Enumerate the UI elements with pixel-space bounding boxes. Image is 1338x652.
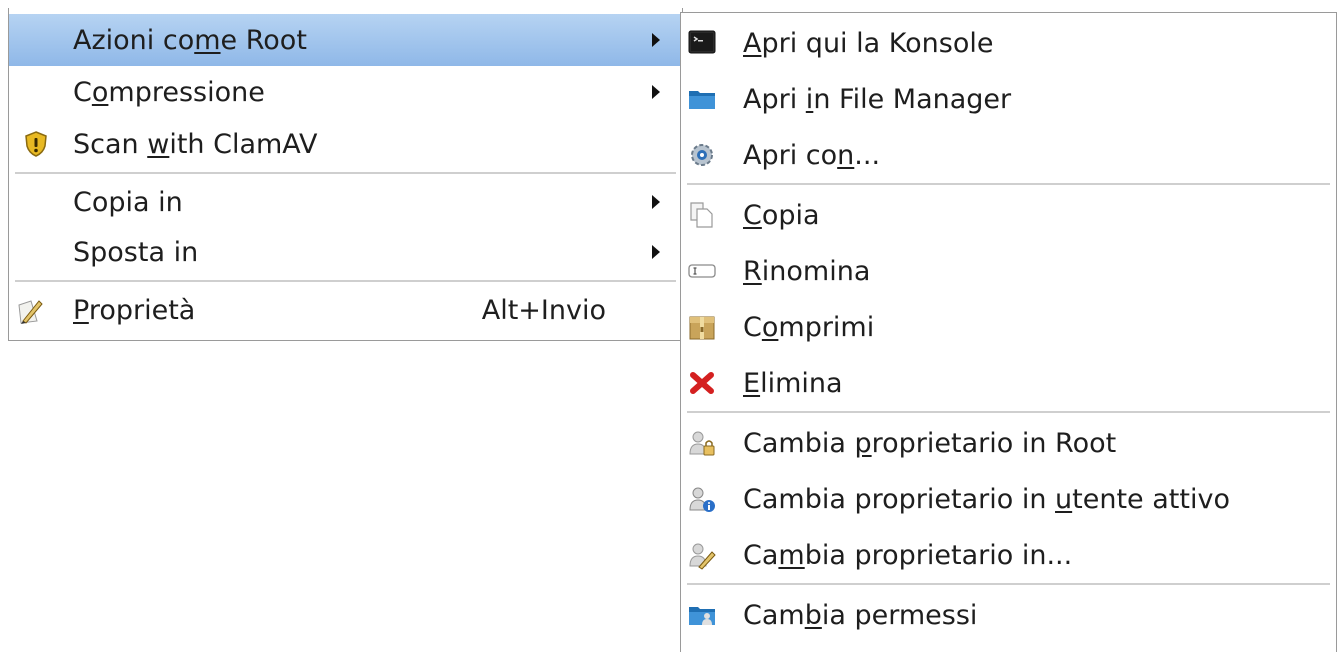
menu-item-compressione[interactable]: Compressione [9,66,682,118]
menu-item-elimina[interactable]: Elimina [681,357,1336,409]
context-menu: Azioni come Root Compressione Scan with … [8,8,683,341]
gear-icon [691,144,713,166]
delete-x-icon [690,372,714,394]
menu-item-label: Apri con... [743,139,881,171]
submenu-arrow-icon [652,245,660,259]
menu-separator [687,411,1330,413]
archive-box-icon [689,316,715,340]
submenu-azioni-come-root: Apri qui la Konsole Apri in File Manager… [680,12,1337,652]
menu-item-label: Cambia proprietario in... [743,539,1073,571]
menu-item-label: Proprietà [73,294,196,326]
menu-item-copia[interactable]: Copia [681,189,1336,241]
menu-item-comprimi[interactable]: Comprimi [681,301,1336,353]
copy-icon [690,202,713,228]
menu-item-cambia-permessi[interactable]: Cambia permessi [681,589,1336,641]
menu-item-cambia-proprietario-utente-attivo[interactable]: Cambia proprietario in utente attivo [681,473,1336,525]
menu-item-label: Apri in File Manager [743,83,1012,115]
menu-separator [687,583,1330,585]
menu-item-apri-konsole[interactable]: Apri qui la Konsole [681,17,1336,69]
menu-item-label: Azioni come Root [73,24,307,56]
menu-item-cambia-proprietario-root[interactable]: Cambia proprietario in Root [681,417,1336,469]
rename-icon [688,264,716,278]
shortcut-label: Alt+Invio [481,294,606,326]
menu-item-cambia-proprietario-in[interactable]: Cambia proprietario in... [681,529,1336,581]
menu-separator [15,280,676,282]
menu-separator [15,172,676,174]
menu-item-label: Cambia proprietario in utente attivo [743,483,1230,515]
menu-item-label: Compressione [73,76,265,108]
submenu-arrow-icon [652,85,660,99]
menu-item-label: Cambia permessi [743,599,978,631]
menu-item-sposta-in[interactable]: Sposta in [9,226,682,278]
user-lock-icon [689,431,715,456]
menu-item-label: Comprimi [743,311,875,343]
menu-item-apri-con[interactable]: Apri con... [681,129,1336,181]
user-edit-icon [689,543,716,570]
menu-item-label: Copia in [73,186,183,218]
submenu-arrow-icon [652,195,660,209]
menu-item-label: Copia [743,199,820,231]
submenu-arrow-icon [652,33,660,47]
menu-item-rinomina[interactable]: Rinomina [681,245,1336,297]
menu-item-azioni-come-root[interactable]: Azioni come Root [9,14,682,66]
menu-item-label: Apri qui la Konsole [743,27,994,59]
menu-item-label: Scan with ClamAV [73,128,318,160]
menu-item-apri-file-manager[interactable]: Apri in File Manager [681,73,1336,125]
menu-item-label: Sposta in [73,236,199,268]
menu-item-copia-in[interactable]: Copia in [9,176,682,228]
menu-item-proprieta[interactable]: Proprietà Alt+Invio [9,284,682,336]
menu-item-label: Rinomina [743,255,871,287]
menu-item-label: Elimina [743,367,843,399]
menu-separator [687,183,1330,185]
terminal-icon [688,30,716,54]
menu-item-scan-with-clamav[interactable]: Scan with ClamAV [9,118,682,170]
user-info-icon [689,487,715,512]
properties-pencil-icon [18,300,43,324]
folder-icon [689,91,715,109]
shield-warning-icon [25,131,47,157]
menu-item-label: Cambia proprietario in Root [743,427,1117,459]
permissions-folder-icon [689,607,715,625]
